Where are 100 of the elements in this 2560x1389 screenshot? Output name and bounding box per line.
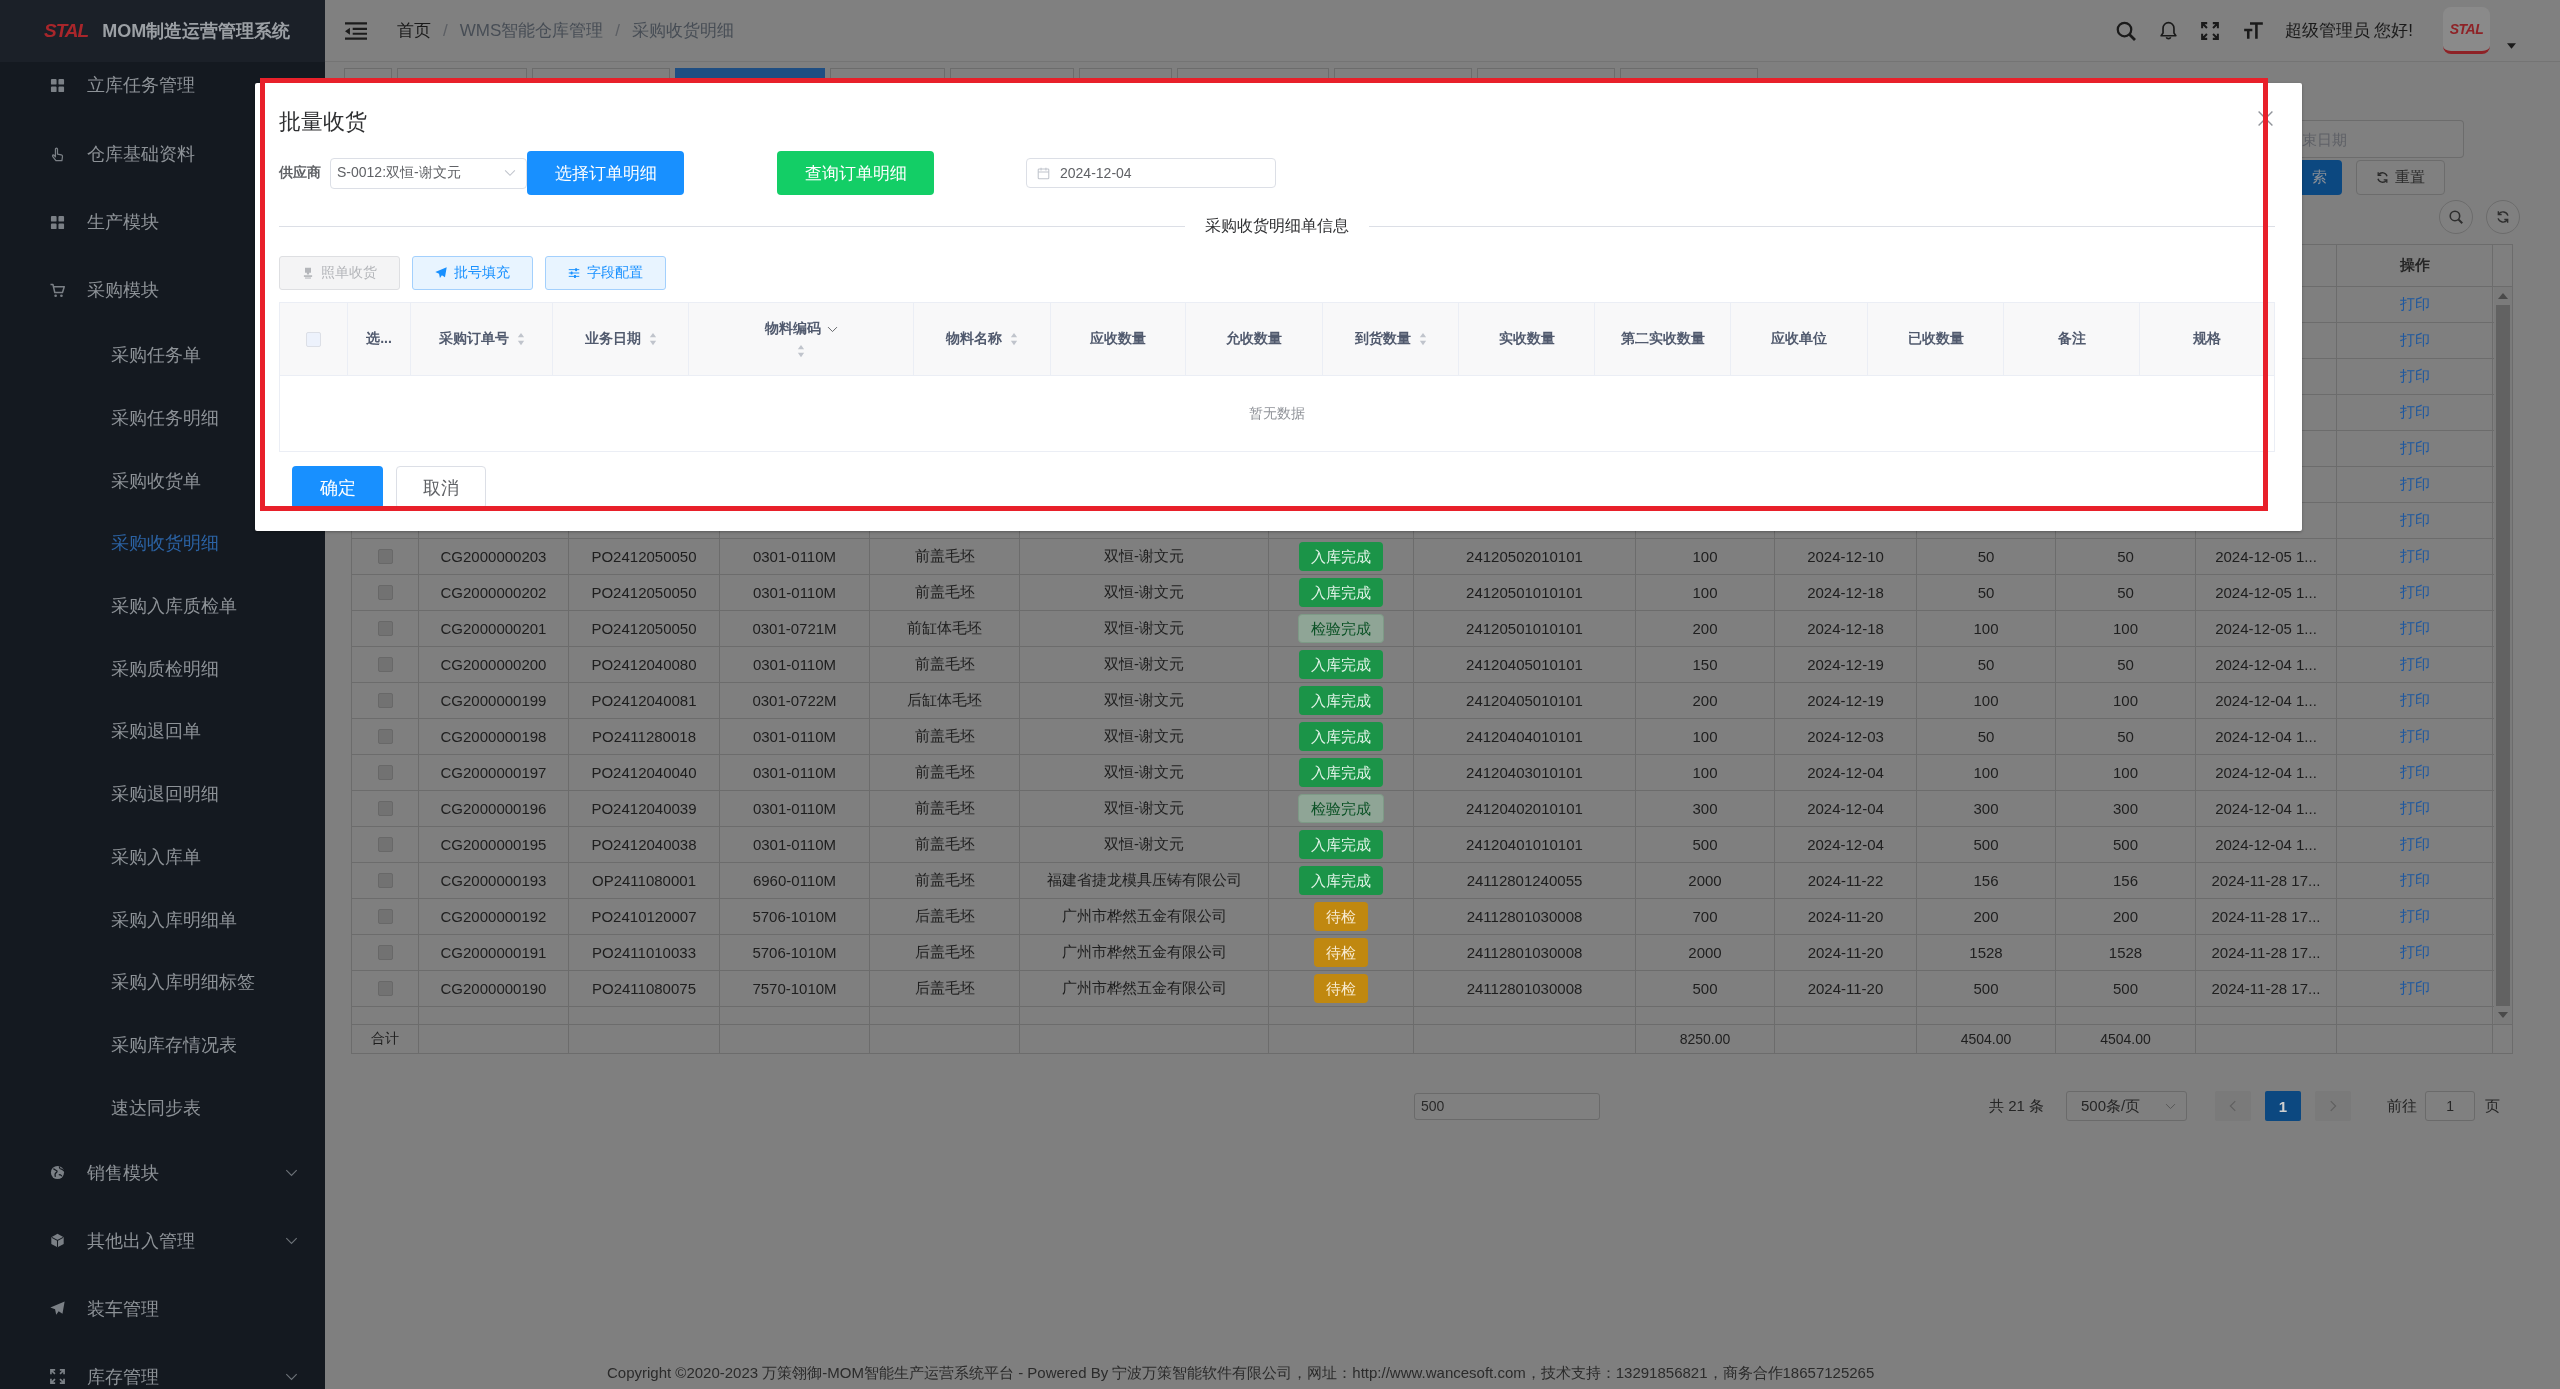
table-cell: 24120501010101	[1414, 611, 1636, 646]
status-tag: 入库完成	[1299, 866, 1383, 895]
field-label: 供应商	[279, 164, 322, 182]
select-order-button[interactable]: 选择订单明细	[527, 151, 684, 195]
table-cell: 200	[2056, 899, 2196, 934]
refresh-button[interactable]	[2486, 200, 2520, 234]
reset-button[interactable]: 重置	[2356, 160, 2445, 195]
table-cell: 2024-12-04 1...	[2196, 791, 2337, 826]
menu-item[interactable]: 生产模块	[0, 188, 325, 256]
menu-item[interactable]: 库存管理	[0, 1342, 325, 1389]
column-header: 规格	[2192, 329, 2222, 348]
table-cell: 50	[1917, 647, 2056, 682]
column-header[interactable]: 采购订单号	[411, 303, 553, 375]
close-icon[interactable]	[2257, 110, 2274, 127]
table-cell: 双恒-谢文元	[1020, 539, 1269, 574]
table-cell: 前盖毛坯	[870, 539, 1020, 574]
search-button[interactable]: 索	[2302, 160, 2342, 195]
table-cell: CG2000000191	[419, 935, 569, 970]
caret-icon[interactable]	[2507, 42, 2516, 49]
bell-icon[interactable]	[2158, 21, 2178, 40]
column-header: 第二实收数量	[1595, 303, 1731, 375]
table-cell: 7570-1010M	[720, 971, 870, 1006]
submenu-item[interactable]: 采购库存情况表	[0, 1013, 325, 1077]
table-cell: 4504.00	[2056, 1025, 2196, 1053]
table-cell: 双恒-谢文元	[1020, 719, 1269, 754]
arrow-down-icon	[2498, 1012, 2508, 1018]
table-cell: CG2000000190	[419, 971, 569, 1006]
table-cell: 1528	[1917, 935, 2056, 970]
table-cell: 8250.00	[1636, 1025, 1775, 1053]
table-cell: 前盖毛坯	[870, 791, 1020, 826]
table-cell: 100	[1917, 683, 2056, 718]
toolbar-button[interactable]: 字段配置	[545, 256, 666, 290]
table-cell: 2024-12-19	[1775, 647, 1917, 682]
submenu-item[interactable]: 采购退回明细	[0, 762, 325, 826]
breadcrumb-separator: /	[615, 20, 620, 41]
text-size-icon[interactable]	[2242, 21, 2264, 40]
submenu-item[interactable]: 速达同步表	[0, 1076, 325, 1139]
search-icon[interactable]	[2115, 20, 2136, 41]
column-header[interactable]: 物料名称	[914, 303, 1051, 375]
status-tag: 入库完成	[1299, 758, 1383, 787]
page-input[interactable]: 1	[2425, 1091, 2476, 1121]
fullscreen-icon[interactable]	[2200, 21, 2219, 40]
table-cell: 0301-0110M	[720, 719, 870, 754]
input-field[interactable]: 500	[1414, 1092, 1600, 1120]
menu-item[interactable]: 其他出入管理	[0, 1206, 325, 1275]
confirm-button[interactable]: 确定	[292, 466, 383, 509]
submenu-item[interactable]: 采购收货明细	[0, 512, 325, 575]
submenu-item[interactable]: 采购入库质检单	[0, 574, 325, 638]
table-cell: 24120501010101	[1414, 575, 1636, 610]
table-cell: 2024-12-04 1...	[2196, 827, 2337, 862]
page-button[interactable]: 1	[2265, 1091, 2302, 1121]
page-size-select[interactable]: 500条/页	[2066, 1091, 2188, 1121]
scrollbar[interactable]	[2494, 287, 2512, 1024]
menu-icon[interactable]	[345, 21, 367, 40]
table-cell: 0301-0110M	[720, 827, 870, 862]
table-cell: 500	[1917, 971, 2056, 1006]
table-cell: 24112801030008	[1414, 899, 1636, 934]
toolbar-button[interactable]: 批号填充	[412, 256, 533, 290]
column-header[interactable]: 到货数量	[1323, 303, 1459, 375]
table-cell: 24120405010101	[1414, 647, 1636, 682]
table-cell: 后盖毛坯	[870, 899, 1020, 934]
table-cell: 广州市桦然五金有限公司	[1020, 971, 1269, 1006]
section-title: 采购收货明细单信息	[1204, 215, 1350, 236]
status-tag: 入库完成	[1299, 830, 1383, 859]
table-cell: 24112801240055	[1414, 863, 1636, 898]
submenu-item[interactable]: 采购质检明细	[0, 637, 325, 701]
table-cell: 50	[1917, 575, 2056, 610]
scrollbar-thumb[interactable]	[2496, 305, 2510, 1006]
column-header: 备注	[2004, 303, 2140, 375]
table-cell: 前缸体毛坯	[870, 611, 1020, 646]
search-toggle-button[interactable]	[2439, 200, 2473, 234]
table-cell: 2024-11-28 17...	[2196, 971, 2337, 1006]
table-cell: CG2000000203	[419, 539, 569, 574]
date-field[interactable]: 2024-12-04	[1026, 158, 1276, 188]
supplier-select[interactable]: S-0012:双恒-谢文元	[330, 157, 527, 189]
submenu-item[interactable]: 采购入库单	[0, 825, 325, 889]
table-cell: PO2412040080	[569, 647, 720, 682]
query-order-button[interactable]: 查询订单明细	[777, 151, 934, 195]
avatar-logo[interactable]: STAL	[2443, 7, 2490, 54]
table-cell: 300	[2056, 791, 2196, 826]
submenu-item[interactable]: 采购入库明细单	[0, 888, 325, 951]
column-header: 已收数量	[1868, 303, 2004, 375]
table-cell: 50	[2056, 575, 2196, 610]
cancel-button[interactable]: 取消	[396, 466, 486, 509]
table-cell: 0301-0721M	[720, 611, 870, 646]
submenu-item[interactable]: 采购入库明细标签	[0, 950, 325, 1014]
column-header[interactable]: 物料编码	[689, 303, 914, 375]
table-cell: PO2411010033	[569, 935, 720, 970]
table-cell: 前盖毛坯	[870, 647, 1020, 682]
app-title: MOM制造运营管理系统	[102, 20, 291, 43]
table-cell: PO2411280018	[569, 719, 720, 754]
column-header: 操作	[2337, 245, 2493, 286]
table-cell: 24112801030008	[1414, 935, 1636, 970]
submenu-item[interactable]: 采购退回单	[0, 700, 325, 763]
table-cell: 2024-11-28 17...	[2196, 899, 2337, 934]
menu-item[interactable]: 装车管理	[0, 1274, 325, 1343]
menu-item[interactable]: 销售模块	[0, 1138, 325, 1207]
column-header[interactable]: 业务日期	[553, 303, 689, 375]
breadcrumb-link[interactable]: 首页	[397, 19, 431, 42]
column-header: 实收数量	[1459, 303, 1595, 375]
